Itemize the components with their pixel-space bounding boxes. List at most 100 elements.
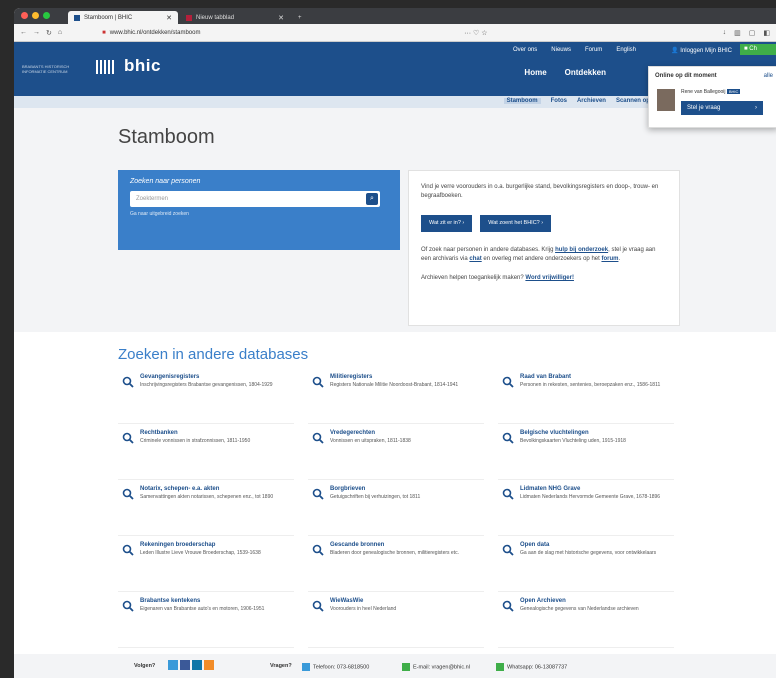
advanced-search-link[interactable]: Ga naar uitgebreid zoeken bbox=[130, 211, 388, 217]
browser-tab-new[interactable]: Nieuw tabblad ✕ bbox=[180, 11, 290, 24]
database-name[interactable]: Brabantse kentekens bbox=[140, 598, 282, 604]
database-description: Personen in rekesten, sentenies, beroepz… bbox=[520, 382, 661, 388]
extension-icon[interactable]: ◧ bbox=[763, 29, 770, 37]
logo-bars-icon[interactable] bbox=[96, 60, 114, 74]
search-input[interactable]: Zoektermen ⌕ bbox=[130, 191, 380, 207]
search-icon bbox=[502, 432, 514, 444]
database-item[interactable]: Rechtbanken Criminele vonnissen in strafz… bbox=[118, 424, 294, 480]
forum-link[interactable]: forum bbox=[601, 256, 618, 262]
reload-icon[interactable]: ↻ bbox=[46, 29, 52, 37]
close-tab-icon[interactable]: ✕ bbox=[270, 14, 284, 22]
database-item[interactable]: Notarix, schepen- e.a. akten Samenvatting… bbox=[118, 480, 294, 536]
subnav-fotos[interactable]: Fotos bbox=[551, 98, 567, 104]
database-item[interactable]: Vredegerechten Vonnissen en uitspraken, 1… bbox=[308, 424, 484, 480]
help-research-link[interactable]: hulp bij onderzoek bbox=[555, 247, 608, 253]
subnav-archieven[interactable]: Archieven bbox=[577, 98, 606, 104]
site-logo[interactable]: bhic bbox=[124, 56, 161, 76]
database-name[interactable]: Lidmaten NHG Grave bbox=[520, 486, 662, 492]
maximize-window-icon[interactable] bbox=[43, 12, 50, 19]
mail-link[interactable]: E-mail: vragen@bhic.nl bbox=[402, 663, 470, 671]
top-link-forum[interactable]: Forum bbox=[585, 47, 602, 53]
database-name[interactable]: Open data bbox=[520, 542, 662, 548]
main-nav: Home Ontdekken bbox=[524, 68, 606, 77]
database-name[interactable]: Gescande bronnen bbox=[330, 542, 472, 548]
rss-icon[interactable] bbox=[204, 660, 214, 670]
top-link-english[interactable]: English bbox=[616, 47, 636, 53]
home-icon[interactable]: ⌂ bbox=[58, 29, 62, 36]
database-description: Vonnissen en uitspraken, 1811-1838 bbox=[330, 438, 411, 444]
twitter-icon[interactable] bbox=[168, 660, 178, 670]
close-tab-icon[interactable]: ✕ bbox=[158, 14, 172, 22]
database-name[interactable]: Belgische vluchtelingen bbox=[520, 430, 662, 436]
back-icon[interactable]: ← bbox=[20, 29, 27, 36]
database-item[interactable]: Militieregisters Registers Nationale Mili… bbox=[308, 368, 484, 424]
logo-tagline: BRABANTS HISTORISCH INFORMATIE CENTRUM bbox=[22, 64, 70, 74]
what-bhic-button[interactable]: Wat zoent het BHIC? › bbox=[480, 215, 552, 232]
database-description: Bladeren door genealogische bronnen, mil… bbox=[330, 550, 459, 556]
volunteer-link[interactable]: Word vrijwilliger! bbox=[525, 275, 574, 281]
database-name[interactable]: Gevangenisregisters bbox=[140, 374, 282, 380]
database-item[interactable]: WieWasWie Voorouders in heel Nederland bbox=[308, 592, 484, 648]
database-item[interactable]: Gescande bronnen Bladeren door genealogis… bbox=[308, 536, 484, 592]
whatsapp-link[interactable]: Whatsapp: 06-13087737 bbox=[496, 663, 567, 671]
top-link-nieuws[interactable]: Nieuws bbox=[551, 47, 571, 53]
facebook-icon[interactable] bbox=[180, 660, 190, 670]
popup-title: Online op dit moment bbox=[655, 73, 717, 79]
database-name[interactable]: Open Archieven bbox=[520, 598, 662, 604]
browser-tab-stamboom[interactable]: Stamboom | BHIC ✕ bbox=[68, 11, 178, 24]
chat-button[interactable]: ■ Ch bbox=[740, 44, 776, 55]
login-link[interactable]: 👤 Inloggen Mijn BHIC bbox=[667, 45, 736, 56]
page-title: Stamboom bbox=[118, 126, 215, 148]
nav-home[interactable]: Home bbox=[524, 68, 546, 77]
browser-toolbar: ← → ↻ ⌂ ■ www.bhic.nl/ontdekken/stamboom… bbox=[14, 24, 776, 42]
new-tab-button[interactable]: + bbox=[292, 11, 308, 24]
sidebar-icon[interactable]: ▢ bbox=[749, 29, 756, 37]
nav-ontdekken[interactable]: Ontdekken bbox=[565, 68, 606, 77]
database-description: Bevolkingskaarten Vluchteling uden, 1915… bbox=[520, 438, 626, 444]
linkedin-icon[interactable] bbox=[192, 660, 202, 670]
database-name[interactable]: WieWasWie bbox=[330, 598, 472, 604]
info-panel: Vind je verre voorouders in o.a. burgerl… bbox=[408, 170, 680, 326]
page-actions[interactable]: ··· ♡ ☆ bbox=[464, 29, 487, 37]
top-links: Over ons Nieuws Forum English bbox=[513, 47, 636, 53]
phone-icon bbox=[302, 663, 310, 671]
database-item[interactable]: Lidmaten NHG Grave Lidmaten Nederlands He… bbox=[498, 480, 674, 536]
database-name[interactable]: Vredegerechten bbox=[330, 430, 472, 436]
database-item[interactable]: Raad van Brabant Personen in rekesten, se… bbox=[498, 368, 674, 424]
popup-name: Rene van Ballegooij BHIC bbox=[681, 89, 741, 95]
database-name[interactable]: Borgbrieven bbox=[330, 486, 472, 492]
database-name[interactable]: Rechtbanken bbox=[140, 430, 282, 436]
chat-icon: ■ bbox=[744, 46, 748, 52]
library-icon[interactable]: ▥ bbox=[734, 29, 741, 37]
search-icon bbox=[122, 432, 134, 444]
search-icon bbox=[122, 376, 134, 388]
database-name[interactable]: Notarix, schepen- e.a. akten bbox=[140, 486, 282, 492]
downloads-icon[interactable]: ↓ bbox=[723, 29, 727, 37]
what-is-in-button[interactable]: Wat zit er in? › bbox=[421, 215, 473, 232]
database-item[interactable]: Brabantse kentekens Eigenaren van Brabant… bbox=[118, 592, 294, 648]
top-link-over-ons[interactable]: Over ons bbox=[513, 47, 537, 53]
database-item[interactable]: Open Archieven Genealogische gegevens van… bbox=[498, 592, 674, 648]
database-name[interactable]: Militieregisters bbox=[330, 374, 472, 380]
subnav-stamboom[interactable]: Stamboom bbox=[503, 98, 541, 104]
search-icon bbox=[312, 544, 324, 556]
database-name[interactable]: Raad van Brabant bbox=[520, 374, 662, 380]
database-item[interactable]: Belgische vluchtelingen Bevolkingskaarten… bbox=[498, 424, 674, 480]
minimize-window-icon[interactable] bbox=[32, 12, 39, 19]
forward-icon[interactable]: → bbox=[33, 29, 40, 36]
search-button[interactable]: ⌕ bbox=[366, 193, 378, 205]
database-item[interactable]: Borgbrieven Getuigschriften bij verhuizin… bbox=[308, 480, 484, 536]
chat-link[interactable]: chat bbox=[469, 256, 481, 262]
info-text: Vind je verre voorouders in o.a. burgerl… bbox=[421, 184, 659, 199]
tab-favicon-icon bbox=[186, 14, 192, 21]
phone-link[interactable]: Telefoon: 073-6818500 bbox=[302, 663, 369, 671]
database-item[interactable]: Gevangenisregisters Inschrijvingsregister… bbox=[118, 368, 294, 424]
database-item[interactable]: Open data Ga aan de slag met historische … bbox=[498, 536, 674, 592]
close-window-icon[interactable] bbox=[21, 12, 28, 19]
address-bar[interactable]: ■ www.bhic.nl/ontdekken/stamboom bbox=[98, 27, 458, 39]
database-name[interactable]: Rekeningen broederschap bbox=[140, 542, 282, 548]
database-item[interactable]: Rekeningen broederschap Leden Illustre Li… bbox=[118, 536, 294, 592]
bhic-favicon-icon bbox=[74, 14, 80, 21]
ask-question-button[interactable]: Stel je vraag › bbox=[681, 101, 763, 115]
popup-more-link[interactable]: alle bbox=[764, 73, 773, 79]
